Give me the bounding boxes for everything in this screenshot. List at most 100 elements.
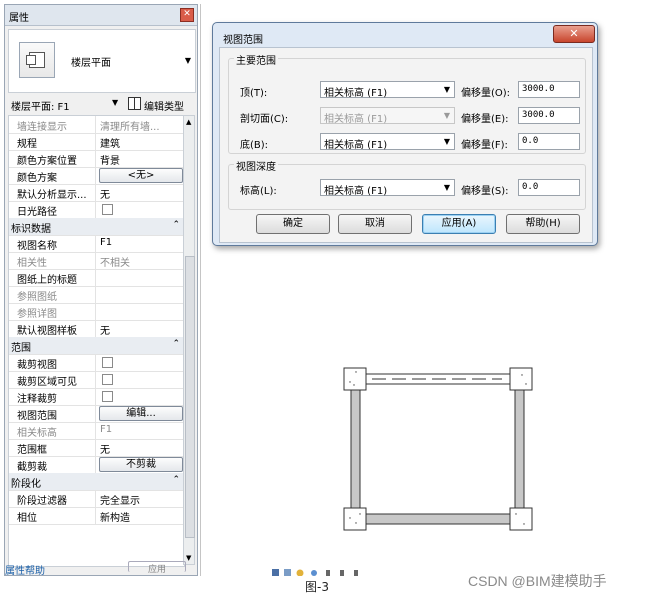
scale-icon[interactable]	[272, 569, 279, 576]
property-value[interactable]: 新构造	[100, 509, 182, 524]
property-name: 相关性	[17, 258, 47, 269]
property-value[interactable]: 无	[100, 441, 182, 456]
property-name: 相关标高	[17, 428, 57, 439]
right-wall	[514, 379, 525, 521]
collapse-chevron-icon[interactable]: ⌃	[172, 475, 180, 485]
chevron-down-icon[interactable]: ▼	[112, 98, 118, 107]
view-control-bar[interactable]	[270, 568, 400, 576]
property-row[interactable]: 规程 建筑	[9, 133, 184, 151]
property-name: 视图名称	[17, 241, 57, 252]
hide-icon[interactable]	[354, 570, 358, 576]
property-row[interactable]: 阶段过滤器 完全显示	[9, 490, 184, 508]
scrollbar-thumb[interactable]	[185, 256, 195, 538]
property-edit-button[interactable]: <无>	[99, 168, 183, 183]
property-value[interactable]: 不相关	[100, 254, 182, 269]
property-row[interactable]: 注释裁剪	[9, 388, 184, 406]
section-label: 范围	[11, 343, 31, 354]
view-depth-label: 视图深度	[234, 158, 278, 173]
detail-level-icon[interactable]	[284, 569, 291, 576]
properties-help-link[interactable]: 属性帮助	[5, 562, 45, 577]
chevron-down-icon: ▼	[443, 137, 450, 146]
property-row[interactable]: 墙连接显示 清理所有墙...	[9, 116, 184, 134]
column-divider	[95, 269, 96, 286]
property-row[interactable]: 截剪裁 不剪裁	[9, 456, 184, 474]
property-edit-button[interactable]: 不剪裁	[99, 457, 183, 472]
property-section-header[interactable]: 范围 ⌃	[9, 337, 184, 355]
property-row[interactable]: 默认视图样板 无	[9, 320, 184, 338]
property-row[interactable]: 范围框 无	[9, 439, 184, 457]
property-name: 图纸上的标题	[17, 275, 77, 286]
property-value[interactable]: 无	[100, 322, 182, 337]
cut-plane-offset-input[interactable]: 3000.0	[518, 107, 580, 124]
property-row[interactable]: 颜色方案 <无>	[9, 167, 184, 185]
column-divider	[95, 286, 96, 303]
help-button[interactable]: 帮助(H)	[506, 214, 580, 234]
property-row[interactable]: 日光路径	[9, 201, 184, 219]
cut-plane-value: 相关标高 (F1)	[324, 114, 388, 125]
property-checkbox[interactable]	[102, 357, 113, 368]
bottom-offset-input[interactable]: 0.0	[518, 133, 580, 150]
dialog-close-button[interactable]: ✕	[553, 25, 595, 43]
level-offset-value: 0.0	[522, 182, 539, 192]
property-value[interactable]: 完全显示	[100, 492, 182, 507]
property-row[interactable]: 相关性 不相关	[9, 252, 184, 270]
property-row[interactable]: 裁剪区域可见	[9, 371, 184, 389]
scroll-up-icon[interactable]: ▲	[186, 118, 191, 126]
ok-button[interactable]: 确定	[256, 214, 330, 234]
property-name: 阶段过滤器	[17, 496, 67, 507]
collapse-chevron-icon[interactable]: ⌃	[172, 220, 180, 230]
edit-type-icon[interactable]	[128, 97, 141, 110]
instance-selector[interactable]: 楼层平面: F1 ▼ 编辑类型	[8, 95, 198, 113]
property-edit-button[interactable]: 编辑...	[99, 406, 183, 421]
properties-close-button[interactable]: ✕	[180, 8, 194, 22]
property-section-header[interactable]: 标识数据 ⌃	[9, 218, 184, 236]
edit-type-button[interactable]: 编辑类型	[144, 98, 184, 113]
property-value[interactable]: 建筑	[100, 135, 182, 150]
visual-style-icon[interactable]	[311, 570, 317, 576]
top-offset-input[interactable]: 3000.0	[518, 81, 580, 98]
property-checkbox[interactable]	[102, 204, 113, 215]
top-offset-value: 3000.0	[522, 84, 555, 94]
view-depth-level-select[interactable]: 相关标高 (F1) ▼	[320, 179, 455, 197]
top-offset-label: 偏移量(O):	[461, 88, 511, 99]
property-checkbox[interactable]	[102, 391, 113, 402]
property-value[interactable]: 清理所有墙...	[100, 118, 182, 133]
property-row[interactable]: 视图名称 F1	[9, 235, 184, 253]
property-value[interactable]: 无	[100, 186, 182, 201]
properties-scrollbar[interactable]: ▲ ▼	[183, 115, 195, 565]
property-row[interactable]: 相位 新构造	[9, 507, 184, 525]
property-section-header[interactable]: 阶段化 ⌃	[9, 473, 184, 491]
chevron-down-icon[interactable]: ▼	[185, 56, 191, 65]
crop-region-icon[interactable]	[340, 570, 344, 576]
sun-icon[interactable]	[296, 569, 304, 577]
property-row[interactable]: 相关标高 F1	[9, 422, 184, 440]
type-selector[interactable]: 楼层平面 ▼	[8, 29, 196, 93]
cut-plane-offset-value: 3000.0	[522, 110, 555, 120]
property-value[interactable]: 背景	[100, 152, 182, 167]
property-checkbox[interactable]	[102, 374, 113, 385]
scroll-down-icon[interactable]: ▼	[186, 554, 191, 562]
property-row[interactable]: 参照图纸	[9, 286, 184, 304]
collapse-chevron-icon[interactable]: ⌃	[172, 339, 180, 349]
property-value[interactable]: F1	[100, 237, 182, 248]
property-value[interactable]: F1	[100, 424, 182, 435]
crop-icon[interactable]	[326, 570, 330, 576]
apply-button[interactable]: 应用(A)	[422, 214, 496, 234]
property-row[interactable]: 参照详图	[9, 303, 184, 321]
property-row[interactable]: 裁剪视图	[9, 354, 184, 372]
bottom-level-select[interactable]: 相关标高 (F1) ▼	[320, 133, 455, 151]
property-row[interactable]: 默认分析显示... 无	[9, 184, 184, 202]
level-offset-input[interactable]: 0.0	[518, 179, 580, 196]
bottom-level-value: 相关标高 (F1)	[324, 140, 388, 151]
primary-range-label: 主要范围	[234, 52, 278, 67]
cut-plane-select[interactable]: 相关标高 (F1) ▼	[320, 107, 455, 125]
property-row[interactable]: 颜色方案位置 背景	[9, 150, 184, 168]
top-level-select[interactable]: 相关标高 (F1) ▼	[320, 81, 455, 99]
properties-apply-button[interactable]: 应用	[128, 561, 186, 575]
top-level-value: 相关标高 (F1)	[324, 88, 388, 99]
cancel-button[interactable]: 取消	[338, 214, 412, 234]
property-row[interactable]: 图纸上的标题	[9, 269, 184, 287]
column-divider	[95, 184, 96, 201]
column-divider	[95, 133, 96, 150]
property-row[interactable]: 视图范围 编辑...	[9, 405, 184, 423]
